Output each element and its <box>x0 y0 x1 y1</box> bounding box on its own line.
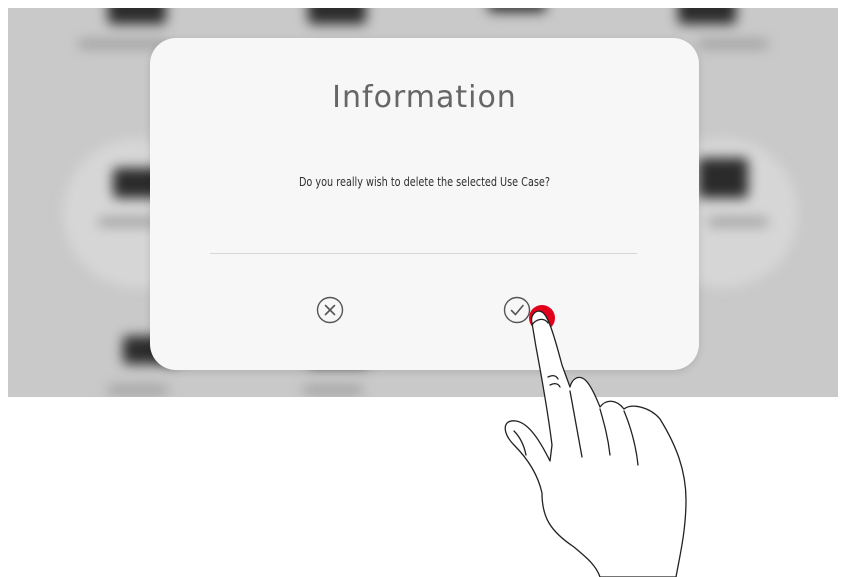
background-label <box>708 218 768 226</box>
cancel-button[interactable] <box>316 296 344 324</box>
dialog-message: Do you really wish to delete the selecte… <box>298 174 551 189</box>
dialog-title: Information <box>332 80 517 115</box>
background-label <box>98 218 158 226</box>
hand-outline <box>504 310 687 577</box>
background-tile <box>108 8 166 24</box>
background-tile <box>678 8 736 24</box>
background-tile <box>488 8 546 12</box>
background-tile <box>308 8 366 24</box>
background-label <box>698 40 768 48</box>
pointing-hand-illustration <box>504 305 687 577</box>
background-tile <box>698 158 748 198</box>
background-label <box>108 386 168 394</box>
dialog-divider <box>210 253 637 254</box>
background-label <box>78 40 168 48</box>
background-label <box>303 386 363 394</box>
cancel-x-circle-icon <box>316 296 344 324</box>
